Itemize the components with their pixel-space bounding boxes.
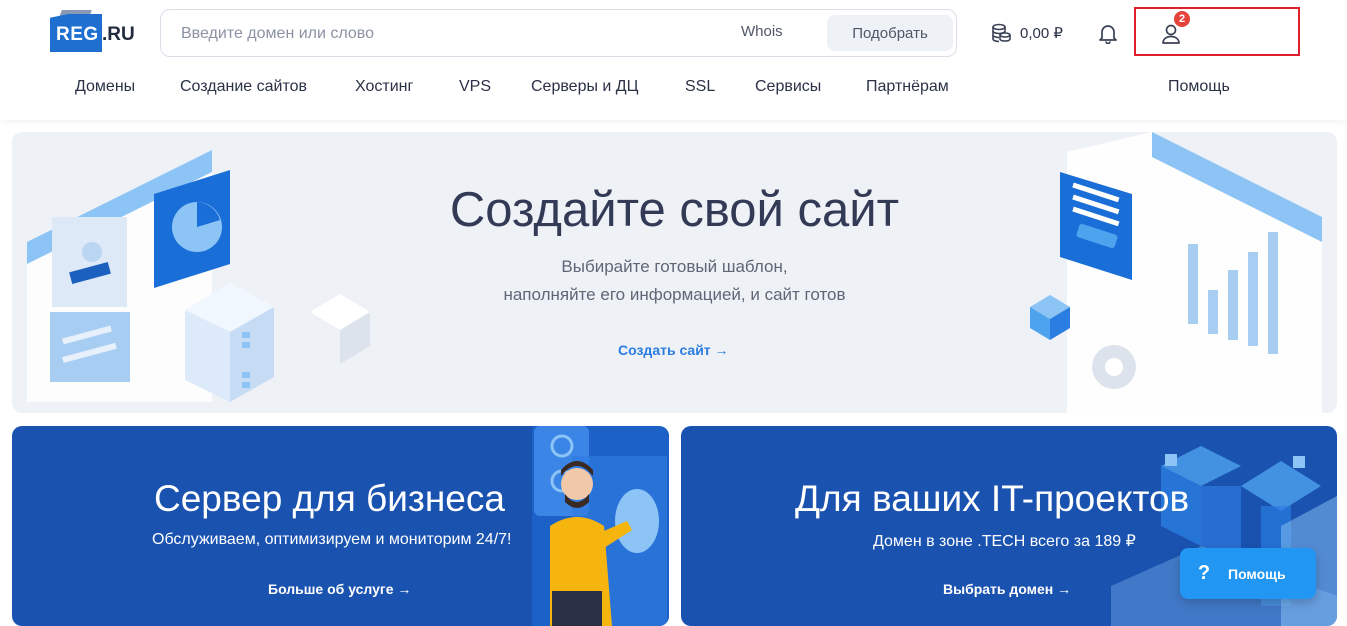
domain-search-input[interactable]	[179, 20, 723, 48]
more-about-service-link[interactable]: Больше об услуге →	[268, 581, 411, 597]
nav-item-ssl[interactable]: SSL	[685, 78, 715, 96]
help-chat-button[interactable]: ? Помощь	[1180, 548, 1316, 599]
main-nav: Домены Создание сайтов Хостинг VPS Серве…	[0, 76, 1347, 102]
server-card-subtitle: Обслуживаем, оптимизируем и мониторим 24…	[152, 531, 512, 548]
hero-subtitle-line2: наполняйте его информацией, и сайт готов	[503, 285, 846, 304]
hero-banner[interactable]: Создайте свой сайт Выбирайте готовый шаб…	[12, 132, 1337, 413]
nav-item-vps[interactable]: VPS	[459, 78, 491, 96]
logo-text-reg: REG	[56, 24, 99, 45]
create-site-link[interactable]: Создать сайт →	[618, 342, 729, 358]
it-card-subtitle: Домен в зоне .TECH всего за 189 ₽	[873, 533, 1136, 550]
hero-title: Создайте свой сайт	[449, 183, 900, 237]
nav-item-servers[interactable]: Серверы и ДЦ	[531, 78, 638, 96]
nav-item-services[interactable]: Сервисы	[755, 78, 821, 96]
user-account-button[interactable]: 2	[1134, 7, 1300, 56]
question-icon: ?	[1197, 562, 1211, 584]
domain-search-box: Whois Подобрать	[160, 9, 957, 57]
server-card-title: Сервер для бизнеса	[154, 478, 505, 519]
choose-domain-link[interactable]: Выбрать домен →	[943, 581, 1071, 597]
pick-domain-button[interactable]: Подобрать	[827, 15, 953, 51]
nav-item-hosting[interactable]: Хостинг	[355, 78, 413, 96]
nav-item-help[interactable]: Помощь	[1168, 78, 1230, 96]
balance-amount: 0,00 ₽	[1020, 25, 1063, 42]
promo-card-server[interactable]: Сервер для бизнеса Обслуживаем, оптимизи…	[12, 426, 669, 626]
hero-subtitle-line1: Выбирайте готовый шаблон,	[561, 257, 788, 276]
help-chat-label: Помощь	[1228, 565, 1286, 582]
reg-ru-logo[interactable]: REG .RU	[50, 10, 135, 54]
notification-count-badge: 2	[1174, 11, 1190, 27]
it-card-title: Для ваших IT-проектов	[795, 478, 1190, 519]
site-header: REG .RU Whois Подобрать 0,00 ₽ 2 Домены …	[0, 0, 1347, 120]
nav-item-partners[interactable]: Партнёрам	[866, 78, 949, 96]
bell-icon[interactable]	[1097, 22, 1119, 44]
balance[interactable]: 0,00 ₽	[990, 22, 1063, 44]
whois-button[interactable]: Whois	[741, 23, 783, 40]
coins-icon	[992, 23, 1011, 43]
nav-item-domains[interactable]: Домены	[75, 78, 135, 96]
logo-text-ru: .RU	[102, 24, 135, 45]
nav-item-site-builder[interactable]: Создание сайтов	[180, 78, 307, 96]
